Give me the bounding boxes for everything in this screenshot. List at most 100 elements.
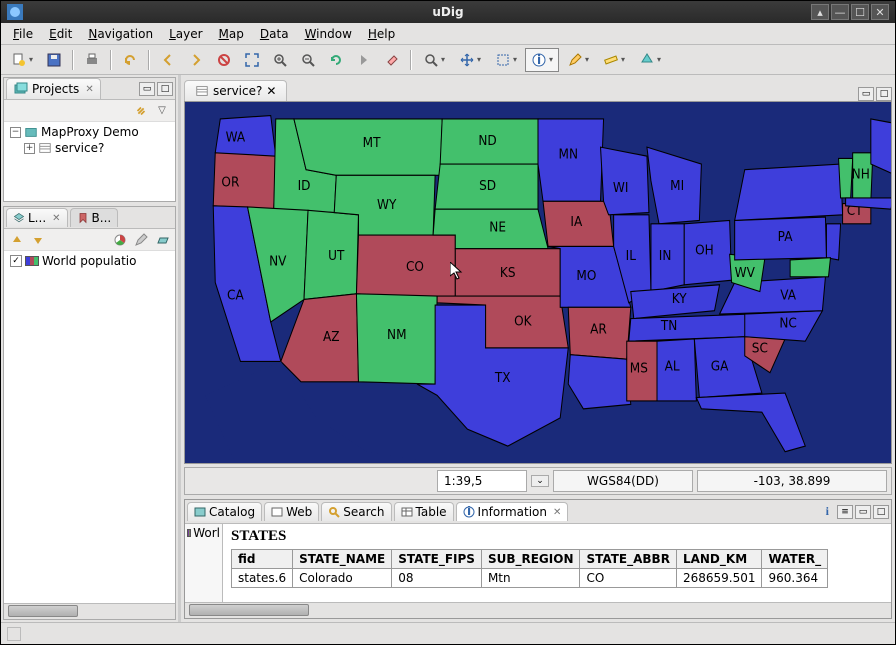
expand-icon[interactable]: + bbox=[24, 143, 35, 154]
cancel-button[interactable] bbox=[211, 48, 237, 72]
state-VT[interactable] bbox=[839, 158, 853, 197]
window-maximize-button[interactable]: ☐ bbox=[851, 4, 869, 20]
undo-button[interactable] bbox=[117, 48, 143, 72]
minimize-view-button[interactable]: ▭ bbox=[855, 505, 871, 519]
column-header[interactable]: SUB_REGION bbox=[481, 550, 580, 569]
style-tool[interactable] bbox=[633, 48, 667, 72]
close-icon[interactable]: ✕ bbox=[553, 507, 561, 518]
state-MD[interactable] bbox=[790, 258, 830, 277]
table-tab[interactable]: Table bbox=[394, 502, 454, 521]
app-icon bbox=[7, 4, 23, 20]
edit-tool[interactable] bbox=[561, 48, 595, 72]
scale-input[interactable] bbox=[437, 470, 527, 492]
window-close-button[interactable]: ✕ bbox=[871, 4, 889, 20]
menu-edit[interactable]: Edit bbox=[41, 25, 80, 43]
menu-data[interactable]: Data bbox=[252, 25, 297, 43]
state-label-NH: NH bbox=[852, 167, 870, 183]
state-label-WY: WY bbox=[377, 198, 396, 214]
state-NY[interactable] bbox=[735, 164, 843, 220]
layer-visibility-checkbox[interactable]: ✓ bbox=[10, 255, 22, 267]
filter-icon[interactable] bbox=[153, 231, 171, 249]
window-up-button[interactable]: ▴ bbox=[811, 4, 829, 20]
next-button[interactable] bbox=[351, 48, 377, 72]
menu-help[interactable]: Help bbox=[360, 25, 403, 43]
edit-layer-icon[interactable] bbox=[132, 231, 150, 249]
svg-text:i: i bbox=[466, 506, 470, 518]
maximize-editor-button[interactable]: □ bbox=[876, 87, 892, 101]
column-header[interactable]: fid bbox=[232, 550, 293, 569]
layer-item[interactable]: ✓ World populatio bbox=[6, 253, 173, 269]
layer-down-button[interactable] bbox=[29, 231, 47, 249]
zoom-out-button[interactable] bbox=[295, 48, 321, 72]
state-label-UT: UT bbox=[328, 248, 344, 264]
info-icon[interactable]: i bbox=[826, 504, 829, 519]
link-icon[interactable] bbox=[132, 102, 150, 120]
column-header[interactable]: STATE_NAME bbox=[293, 550, 392, 569]
print-button[interactable] bbox=[79, 48, 105, 72]
search-tab[interactable]: Search bbox=[321, 502, 391, 521]
menu-map[interactable]: Map bbox=[211, 25, 252, 43]
menu-layer[interactable]: Layer bbox=[161, 25, 210, 43]
pan-tool[interactable] bbox=[453, 48, 487, 72]
refresh-button[interactable] bbox=[323, 48, 349, 72]
column-header[interactable]: LAND_KM bbox=[676, 550, 762, 569]
info-side-item[interactable]: Worl bbox=[185, 524, 222, 542]
minimize-editor-button[interactable]: ▭ bbox=[858, 87, 874, 101]
zoom-tool[interactable] bbox=[417, 48, 451, 72]
column-header[interactable]: STATE_ABBR bbox=[580, 550, 676, 569]
chart-icon[interactable] bbox=[111, 231, 129, 249]
info-tool[interactable]: i bbox=[525, 48, 559, 72]
view-list-button[interactable]: ≡ bbox=[837, 505, 853, 519]
measure-tool[interactable] bbox=[597, 48, 631, 72]
projects-tab[interactable]: Projects ✕ bbox=[6, 78, 101, 99]
info-side-list[interactable]: Worl bbox=[185, 524, 223, 602]
state-label-SC: SC bbox=[752, 341, 768, 357]
table-row[interactable]: states.6Colorado08MtnCO268659.501960.364 bbox=[232, 569, 828, 588]
view-menu-button[interactable]: ▽ bbox=[153, 102, 171, 120]
layers-scrollbar[interactable] bbox=[4, 603, 175, 619]
information-tab[interactable]: iInformation✕ bbox=[456, 502, 569, 521]
menu-window[interactable]: Window bbox=[297, 25, 360, 43]
info-scrollbar[interactable] bbox=[185, 602, 891, 618]
web-tab[interactable]: Web bbox=[264, 502, 319, 521]
map-editor-tab[interactable]: service? ✕ bbox=[184, 80, 287, 101]
column-header[interactable]: STATE_FIPS bbox=[392, 550, 482, 569]
window-minimize-button[interactable]: — bbox=[831, 4, 849, 20]
state-label-MI: MI bbox=[670, 178, 684, 194]
column-header[interactable]: WATER_ bbox=[762, 550, 828, 569]
layers-tree[interactable]: ✓ World populatio bbox=[4, 251, 175, 603]
window-titlebar[interactable]: uDig ▴ — ☐ ✕ bbox=[1, 1, 895, 23]
close-icon[interactable]: ✕ bbox=[266, 84, 276, 98]
bookmarks-tab[interactable]: B... bbox=[70, 208, 119, 227]
crs-display[interactable]: WGS84(DD) bbox=[553, 470, 693, 492]
select-tool[interactable] bbox=[489, 48, 523, 72]
eraser-button[interactable] bbox=[379, 48, 405, 72]
state-label-CA: CA bbox=[227, 288, 244, 304]
layers-tab[interactable]: L... ✕ bbox=[6, 208, 68, 227]
back-button[interactable] bbox=[155, 48, 181, 72]
zoom-in-button[interactable] bbox=[267, 48, 293, 72]
zoom-extent-button[interactable] bbox=[239, 48, 265, 72]
close-icon[interactable]: ✕ bbox=[52, 213, 60, 224]
layer-up-button[interactable] bbox=[8, 231, 26, 249]
menu-navigation[interactable]: Navigation bbox=[80, 25, 161, 43]
forward-button[interactable] bbox=[183, 48, 209, 72]
minimize-view-button[interactable]: ▭ bbox=[139, 82, 155, 96]
close-icon[interactable]: ✕ bbox=[85, 84, 93, 95]
catalog-tab[interactable]: Catalog bbox=[187, 502, 262, 521]
menu-file[interactable]: File bbox=[5, 25, 41, 43]
state-label-KY: KY bbox=[672, 291, 687, 307]
scale-dropdown-button[interactable]: ⌄ bbox=[531, 475, 549, 487]
state-NJ[interactable] bbox=[826, 224, 840, 260]
project-child-item[interactable]: + service? bbox=[6, 140, 173, 156]
collapse-icon[interactable]: − bbox=[10, 127, 21, 138]
map-canvas[interactable]: WAORCAIDNVUTAZMTWYCONMNDSDNEKSOKTXMNIAMO… bbox=[184, 101, 892, 464]
project-root-item[interactable]: − MapProxy Demo bbox=[6, 124, 173, 140]
projects-tree[interactable]: − MapProxy Demo + service? bbox=[4, 122, 175, 201]
maximize-view-button[interactable]: □ bbox=[873, 505, 889, 519]
project-root-label: MapProxy Demo bbox=[41, 125, 139, 139]
save-button[interactable] bbox=[41, 48, 67, 72]
maximize-view-button[interactable]: □ bbox=[157, 82, 173, 96]
state-label-CO: CO bbox=[406, 260, 424, 276]
new-button[interactable] bbox=[5, 48, 39, 72]
